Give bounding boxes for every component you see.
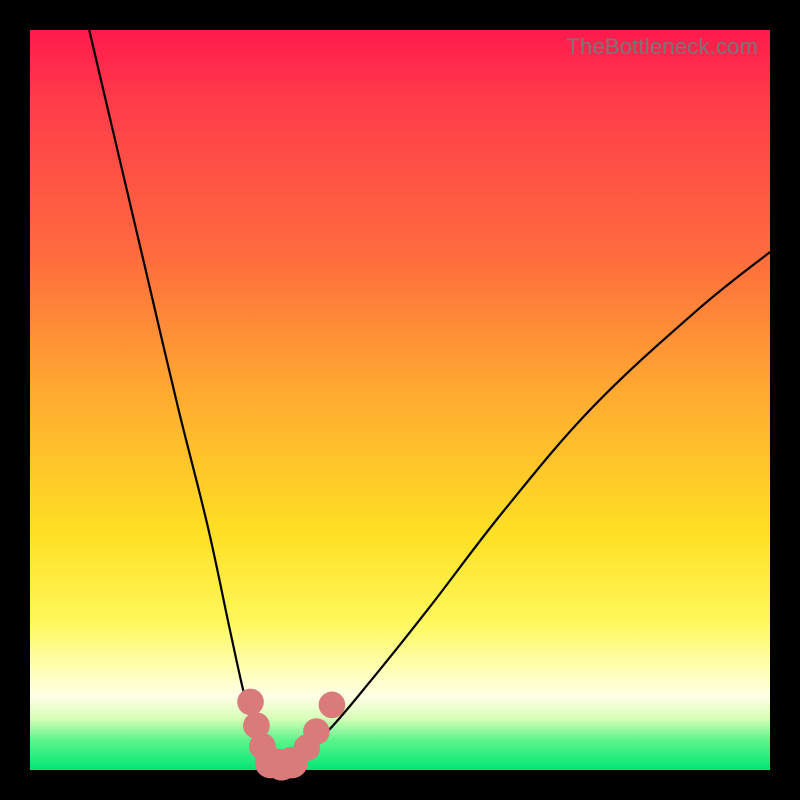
curve-svg [30,30,770,770]
trough-marker [303,718,330,745]
trough-marker [319,692,346,719]
curve-left-branch [89,30,274,770]
plot-area: TheBottleneck.com [30,30,770,770]
curve-right-branch [274,252,770,770]
trough-markers [237,689,345,781]
chart-frame: TheBottleneck.com [0,0,800,800]
trough-marker [237,689,264,716]
